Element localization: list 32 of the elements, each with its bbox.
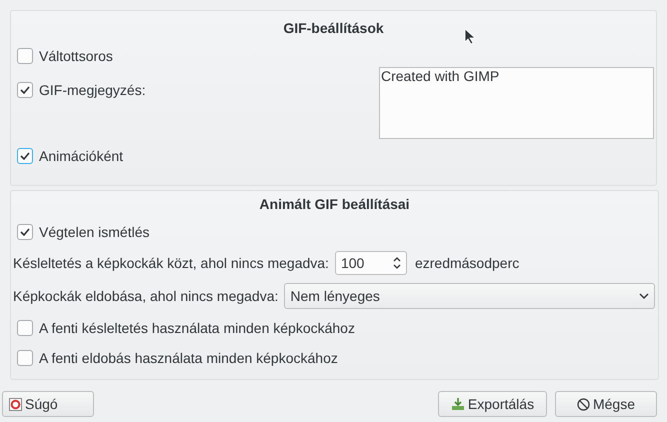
cursor-icon [464,28,476,45]
group-title: GIF-beállítások [283,18,384,38]
chevron-down-icon[interactable] [639,293,649,299]
check-icon [20,228,30,236]
checkbox-label: Végtelen ismétlés [39,222,150,242]
unit-label: ezredmásodperc [414,254,520,273]
spin-box[interactable]: 100 [334,251,407,275]
spin-arrows-icon[interactable] [392,256,401,270]
checkbox[interactable] [17,82,33,98]
check-icon [20,86,30,94]
checkbox[interactable] [17,224,33,240]
export-button[interactable]: Exportálás [438,391,547,417]
cancel-button[interactable]: Mégse [555,391,657,417]
cancel-icon [576,398,590,410]
field-label: Képkockák eldobása, ahol nincs megadva: [13,286,278,306]
help-button[interactable]: Súgó [2,391,94,417]
checkbox[interactable] [17,48,33,64]
export-icon [450,397,465,411]
field-label: Késleltetés a képkockák közt, ahol nincs megadva: [13,254,329,273]
checkbox[interactable] [17,148,33,164]
help-icon [9,398,22,410]
checkbox-label: A fenti eldobás használata minden képkockához [39,348,338,368]
checkbox-label: Animációként [39,146,124,166]
group-title: Animált GIF beállításai [259,194,410,214]
checkbox-label: GIF-megjegyzés: [39,80,146,100]
checkbox-label: A fenti késleltetés használata minden képkockához [39,318,355,338]
checkbox[interactable] [17,350,33,366]
checkbox-label: Váltottsoros [39,46,113,66]
check-icon [20,152,30,160]
dropdown[interactable]: Nem lényeges [284,283,655,309]
checkbox[interactable] [17,320,33,336]
comment-field[interactable]: Created with GIMP [379,67,654,139]
